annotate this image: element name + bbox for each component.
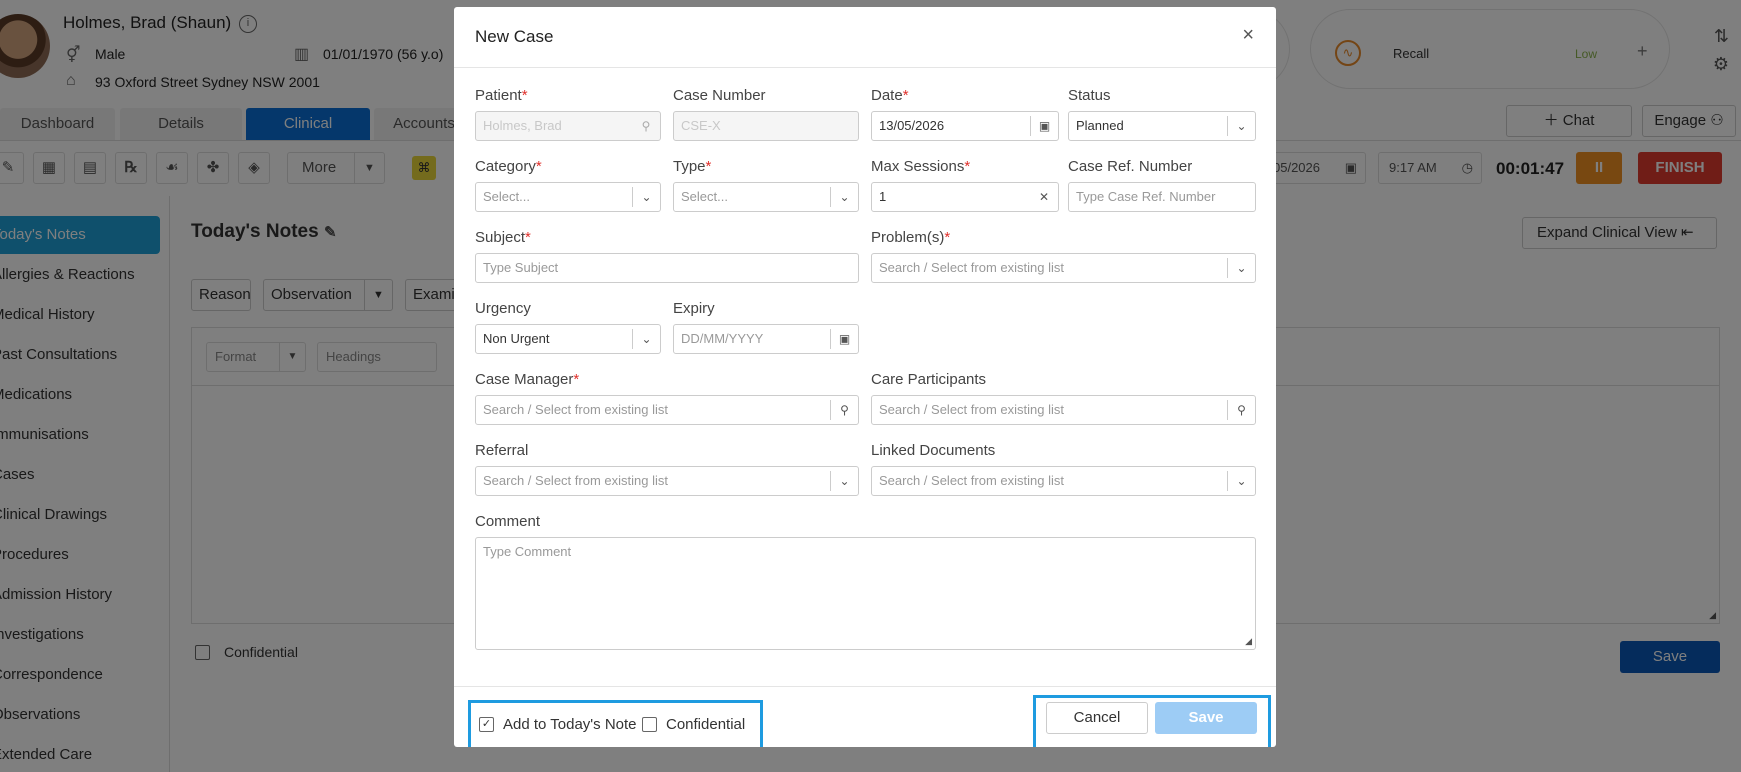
category-label: Category* <box>475 158 542 175</box>
required-asterisk: * <box>964 158 971 175</box>
care-participants-field[interactable]: Search / Select from existing list ⚲ <box>871 395 1256 425</box>
case-number-label: Case Number <box>673 87 766 104</box>
max-sessions-field[interactable]: 1 ✕ <box>871 182 1059 212</box>
type-label-text: Type <box>673 158 706 175</box>
case-manager-label-text: Case Manager <box>475 371 574 388</box>
chevron-down-icon: ⌄ <box>1227 116 1255 136</box>
category-select[interactable]: Select... ⌄ <box>475 182 661 212</box>
patient-field-label: Patient* <box>475 87 528 104</box>
clear-icon[interactable]: ✕ <box>1030 187 1058 207</box>
case-ref-label: Case Ref. Number <box>1068 158 1193 175</box>
referral-select[interactable]: Search / Select from existing list ⌄ <box>475 466 859 496</box>
required-asterisk: * <box>944 229 951 246</box>
max-sessions-value: 1 <box>879 189 887 204</box>
modal-header: New Case × <box>454 7 1276 68</box>
expiry-label: Expiry <box>673 300 715 317</box>
case-manager-placeholder: Search / Select from existing list <box>483 402 668 417</box>
confidential-checkbox[interactable] <box>642 717 657 732</box>
cancel-button[interactable]: Cancel <box>1046 702 1148 734</box>
patient-field: Holmes, Brad ⚲ <box>475 111 661 141</box>
search-icon: ⚲ <box>641 119 651 133</box>
add-to-notes-checkbox[interactable]: ✓ <box>479 717 494 732</box>
comment-label: Comment <box>475 513 541 530</box>
max-sessions-label-text: Max Sessions <box>871 158 965 175</box>
urgency-label: Urgency <box>475 300 531 317</box>
problems-placeholder: Search / Select from existing list <box>879 260 1064 275</box>
problems-label: Problem(s)* <box>871 229 950 246</box>
confidential-label: Confidential <box>666 716 746 733</box>
type-label: Type* <box>673 158 711 175</box>
referral-label: Referral <box>475 442 529 459</box>
linked-documents-placeholder: Search / Select from existing list <box>879 473 1064 488</box>
problems-select[interactable]: Search / Select from existing list ⌄ <box>871 253 1256 283</box>
chevron-down-icon: ⌄ <box>830 471 858 491</box>
category-label-text: Category <box>475 158 536 175</box>
chevron-down-icon: ⌄ <box>632 329 660 349</box>
comment-textarea[interactable]: Type Comment ◢ <box>475 537 1256 650</box>
modal-title: New Case <box>475 27 554 46</box>
chevron-down-icon: ⌄ <box>830 187 858 207</box>
linked-documents-label: Linked Documents <box>871 442 996 459</box>
required-asterisk: * <box>573 371 580 388</box>
chevron-down-icon: ⌄ <box>632 187 660 207</box>
required-asterisk: * <box>705 158 712 175</box>
add-to-notes-label: Add to Today's Note <box>503 716 637 733</box>
patient-field-value: Holmes, Brad <box>483 118 562 133</box>
date-label: Date* <box>871 87 909 104</box>
date-field[interactable]: 13/05/2026 ▣ <box>871 111 1059 141</box>
close-icon[interactable]: × <box>1242 24 1254 47</box>
search-icon[interactable]: ⚲ <box>830 400 858 420</box>
type-placeholder: Select... <box>681 189 728 204</box>
expiry-placeholder: DD/MM/YYYY <box>681 331 764 346</box>
modal-footer: ✓ Add to Today's Note Confidential Cance… <box>454 686 1276 747</box>
type-select[interactable]: Select... ⌄ <box>673 182 859 212</box>
case-number-field: CSE-X <box>673 111 859 141</box>
care-participants-placeholder: Search / Select from existing list <box>879 402 1064 417</box>
status-select[interactable]: Planned ⌄ <box>1068 111 1256 141</box>
chevron-down-icon: ⌄ <box>1227 258 1255 278</box>
care-participants-label: Care Participants <box>871 371 987 388</box>
subject-label-text: Subject <box>475 229 526 246</box>
required-asterisk: * <box>902 87 909 104</box>
date-label-text: Date <box>871 87 903 104</box>
max-sessions-label: Max Sessions* <box>871 158 970 175</box>
required-asterisk: * <box>535 158 542 175</box>
chevron-down-icon: ⌄ <box>1227 471 1255 491</box>
date-field-value: 13/05/2026 <box>879 118 945 133</box>
category-placeholder: Select... <box>483 189 530 204</box>
status-value: Planned <box>1076 118 1124 133</box>
required-asterisk: * <box>525 229 531 246</box>
subject-label: Subject* <box>475 229 531 246</box>
resize-grip-icon[interactable]: ◢ <box>1245 636 1252 647</box>
patient-label-text: Patient <box>475 87 522 104</box>
urgency-value: Non Urgent <box>483 331 550 346</box>
calendar-icon[interactable]: ▣ <box>830 329 858 349</box>
case-manager-field[interactable]: Search / Select from existing list ⚲ <box>475 395 859 425</box>
new-case-modal: New Case × Patient* Holmes, Brad ⚲ Case N… <box>454 7 1276 747</box>
problems-label-text: Problem(s) <box>871 229 945 246</box>
calendar-icon[interactable]: ▣ <box>1030 116 1058 136</box>
comment-placeholder: Type Comment <box>483 544 572 559</box>
urgency-select[interactable]: Non Urgent ⌄ <box>475 324 661 354</box>
expiry-field[interactable]: DD/MM/YYYY ▣ <box>673 324 859 354</box>
case-ref-field[interactable]: Type Case Ref. Number <box>1068 182 1256 212</box>
linked-documents-select[interactable]: Search / Select from existing list ⌄ <box>871 466 1256 496</box>
required-asterisk: * <box>521 87 528 104</box>
case-manager-label: Case Manager* <box>475 371 579 388</box>
search-icon[interactable]: ⚲ <box>1227 400 1255 420</box>
subject-field[interactable]: Type Subject <box>475 253 859 283</box>
referral-placeholder: Search / Select from existing list <box>483 473 668 488</box>
status-label: Status <box>1068 87 1111 104</box>
save-button[interactable]: Save <box>1155 702 1257 734</box>
